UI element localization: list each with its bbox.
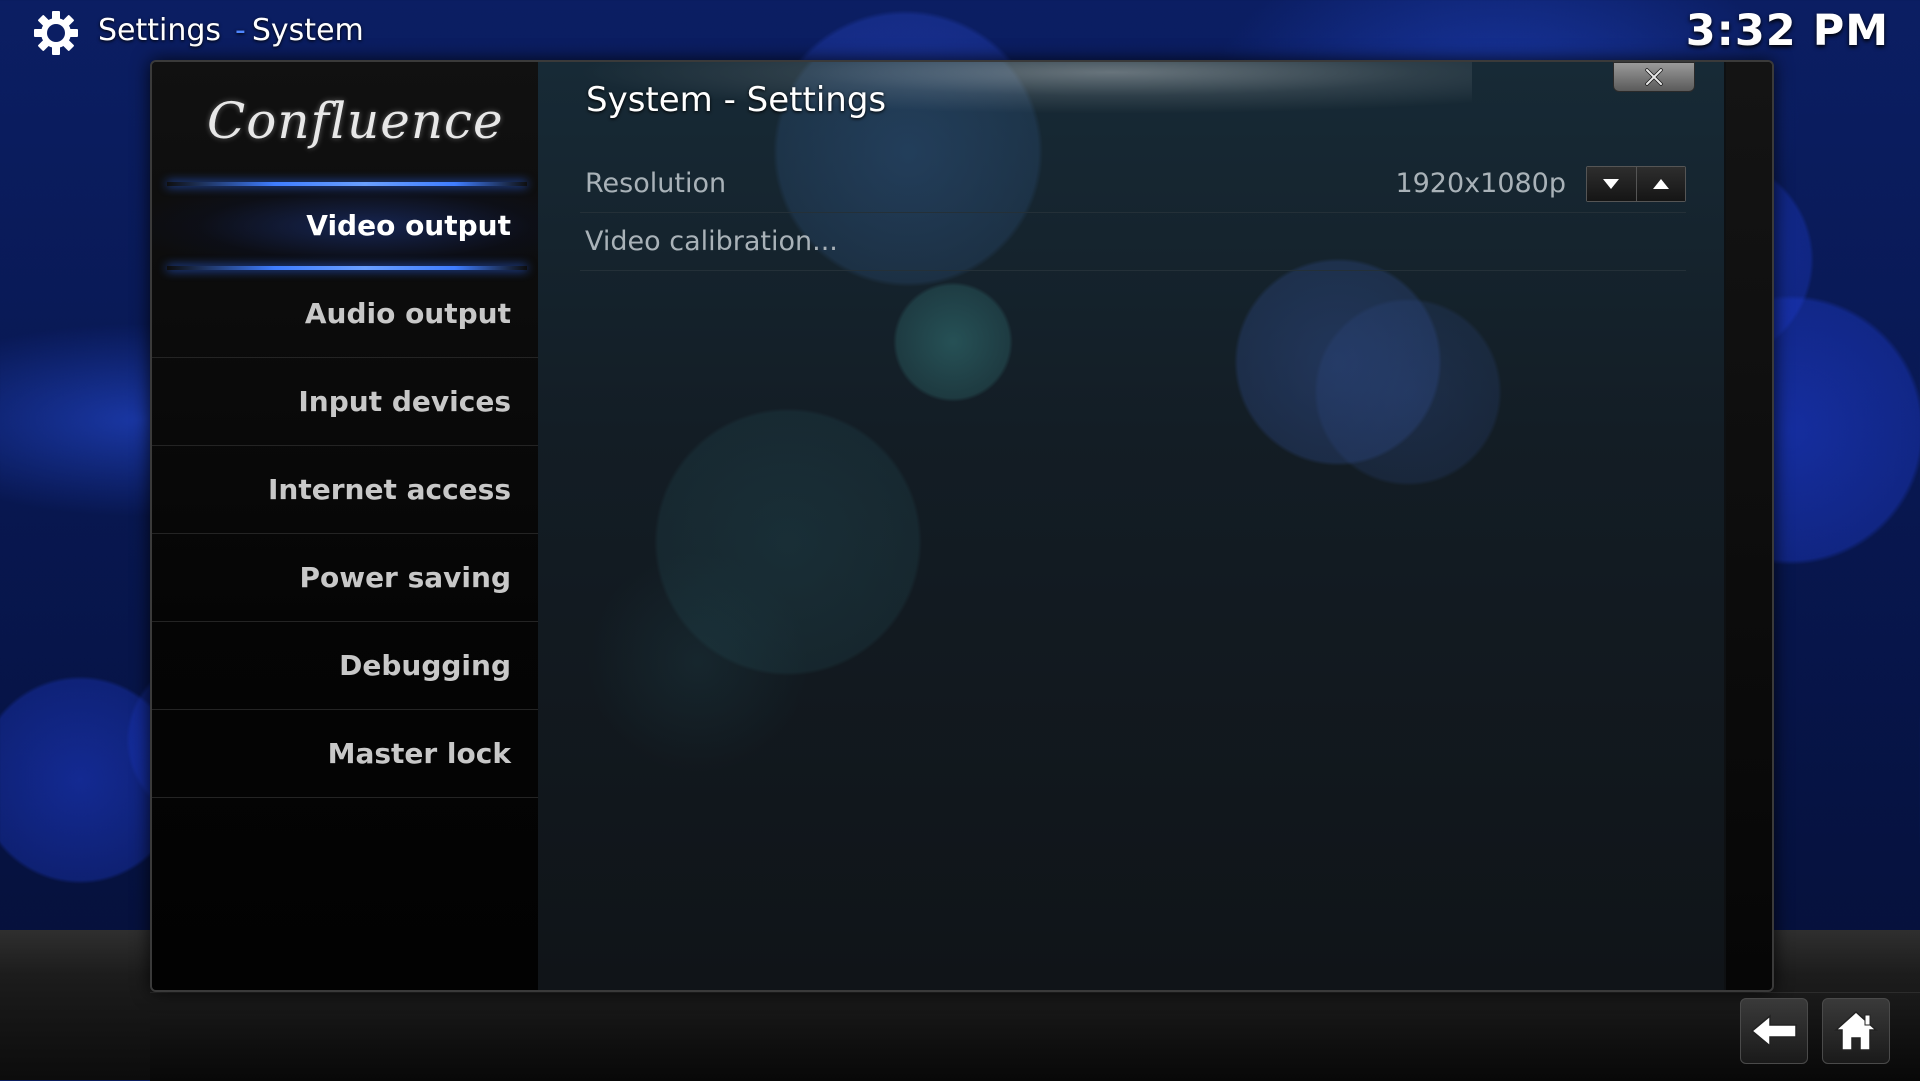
sidebar-item-label: Audio output: [304, 297, 511, 330]
sidebar-item-label: Power saving: [299, 561, 511, 594]
sidebar-item-audio-output[interactable]: Audio output: [152, 270, 538, 358]
settings-dialog: Confluence Video output Audio output Inp…: [150, 60, 1774, 992]
sidebar-item-debugging[interactable]: Debugging: [152, 622, 538, 710]
sidebar-item-label: Debugging: [339, 649, 511, 682]
sidebar-item-video-output[interactable]: Video output: [152, 182, 538, 270]
increase-button[interactable]: [1635, 167, 1685, 201]
sidebar-item-label: Internet access: [267, 473, 511, 506]
sidebar-item-label: Video output: [306, 209, 511, 242]
confluence-logo: Confluence: [207, 92, 504, 150]
sidebar-item-internet-access[interactable]: Internet access: [152, 446, 538, 534]
home-icon: [1834, 1010, 1878, 1051]
sidebar-item-input-devices[interactable]: Input devices: [152, 358, 538, 446]
dialog-title: System - Settings: [586, 80, 887, 120]
close-button[interactable]: [1613, 62, 1695, 92]
breadcrumb-separator: -: [235, 13, 246, 48]
gear-icon: [33, 10, 79, 56]
close-icon: [1645, 68, 1663, 86]
decrease-button[interactable]: [1587, 167, 1636, 201]
breadcrumb-section: Settings: [98, 13, 222, 48]
setting-value: 1920x1080p: [1395, 168, 1566, 199]
top-bar: Settings - System 3:32 PM: [0, 0, 1920, 64]
back-button[interactable]: [1740, 998, 1808, 1064]
back-arrow-icon: [1750, 1014, 1797, 1048]
sidebar-item-power-saving[interactable]: Power saving: [152, 534, 538, 622]
arrow-up-icon: [1652, 179, 1669, 189]
arrow-down-icon: [1603, 179, 1620, 189]
sidebar: Confluence Video output Audio output Inp…: [152, 62, 538, 990]
sidebar-item-label: Input devices: [298, 385, 511, 418]
breadcrumb-subsection: System: [251, 13, 364, 48]
setting-label: Video calibration...: [585, 226, 838, 257]
right-edge: [1726, 62, 1772, 990]
bottom-bar: [150, 992, 1920, 1081]
sidebar-item-master-lock[interactable]: Master lock: [152, 710, 538, 798]
resolution-spinner: [1586, 166, 1686, 202]
setting-video-calibration[interactable]: Video calibration...: [580, 212, 1686, 271]
sidebar-item-label: Master lock: [327, 737, 511, 770]
sidebar-menu: Video output Audio output Input devices …: [152, 182, 538, 798]
clock: 3:32 PM: [1685, 6, 1889, 56]
home-button[interactable]: [1822, 998, 1890, 1064]
setting-resolution[interactable]: Resolution 1920x1080p: [580, 154, 1686, 213]
setting-label: Resolution: [585, 168, 727, 199]
breadcrumb: Settings - System: [98, 13, 364, 48]
